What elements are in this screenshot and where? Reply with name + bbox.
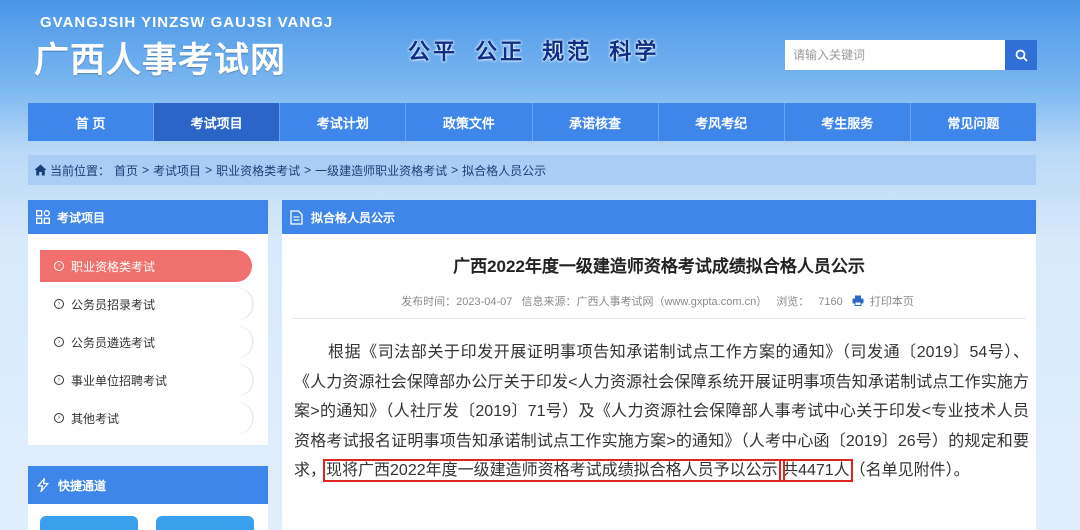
- chevron-circle-icon: ›: [54, 337, 64, 347]
- sidebar-title: 考试项目: [57, 210, 106, 225]
- slogan: 公平 公正 规范 科学: [408, 39, 660, 64]
- grid-icon: [36, 210, 50, 224]
- highlighted-count: 共4471人: [779, 459, 853, 482]
- sidebar-item-civil-servant-selection[interactable]: › 公务员遴选考试: [40, 326, 252, 358]
- divider: [292, 318, 1026, 319]
- home-icon: [34, 164, 47, 176]
- article-text-end: （名单见附件）。: [849, 462, 970, 479]
- info-source: 信息来源：广西人事考试网（www.gxpta.com.cn）: [521, 296, 768, 308]
- print-label: 打印本页: [869, 296, 914, 308]
- sidebar-item-other-exams[interactable]: › 其他考试: [40, 402, 252, 434]
- nav-item-exam-projects[interactable]: 考试项目: [154, 103, 281, 141]
- views-label: 浏览：: [776, 296, 810, 308]
- sidebar-item-label: 职业资格类考试: [71, 259, 156, 274]
- breadcrumb-label: 当前位置：: [50, 163, 111, 178]
- article-panel-header: 拟合格人员公示: [282, 200, 1036, 234]
- document-icon: [290, 209, 303, 225]
- nav-item-home[interactable]: 首 页: [28, 103, 155, 141]
- search-icon: [1015, 49, 1028, 62]
- lightning-icon: [37, 478, 49, 492]
- sidebar-item-civil-servant-recruit[interactable]: › 公务员招录考试: [40, 288, 252, 320]
- sidebar-item-public-institution[interactable]: › 事业单位招聘考试: [40, 364, 252, 396]
- article-text: 根据《司法部关于印发开展证明事项告知承诺制试点工作方案的通知》（司发通〔2019…: [294, 344, 1029, 479]
- chevron-circle-icon: ›: [54, 261, 64, 271]
- search-button[interactable]: [1005, 40, 1037, 70]
- nav-item-commitment-check[interactable]: 承诺核查: [533, 103, 659, 141]
- breadcrumb-professional-exams[interactable]: 职业资格类考试: [216, 162, 300, 179]
- breadcrumb: 当前位置： 首页 > 考试项目 > 职业资格类考试 > 一级建造师职业资格考试 …: [28, 155, 1036, 185]
- sidebar-quick-access: 快捷通道: [28, 466, 268, 530]
- breadcrumb-exam-projects[interactable]: 考试项目: [153, 162, 201, 179]
- printer-icon: [852, 295, 864, 306]
- chevron-circle-icon: ›: [54, 299, 64, 309]
- search-input[interactable]: [785, 40, 1005, 70]
- logo-english: GVANGJSIH YINZSW GAUJSI VANGJ: [40, 14, 334, 31]
- nav-item-exam-plan[interactable]: 考试计划: [280, 103, 407, 141]
- publish-time: 发布时间：2023-04-07: [401, 296, 513, 308]
- sidebar-item-label: 事业单位招聘考试: [71, 373, 168, 388]
- sidebar-item-label: 其他考试: [71, 411, 120, 426]
- sidebar-item-label: 公务员遴选考试: [71, 335, 156, 350]
- nav-item-faq[interactable]: 常见问题: [911, 103, 1036, 141]
- nav-item-discipline[interactable]: 考风考纪: [659, 103, 785, 141]
- sidebar-header: 考试项目: [28, 200, 268, 234]
- article-body: 根据《司法部关于印发开展证明事项告知承诺制试点工作方案的通知》（司发通〔2019…: [294, 338, 1029, 486]
- sidebar-item-professional-exams[interactable]: › 职业资格类考试: [40, 250, 252, 282]
- breadcrumb-separator: >: [142, 163, 150, 177]
- site-logo[interactable]: 广西人事考试网: [34, 32, 286, 83]
- views-count: 7160: [818, 296, 843, 308]
- article-meta: 发布时间：2023-04-07 信息来源：广西人事考试网（www.gxpta.c…: [282, 293, 1036, 309]
- quick-access-title: 快捷通道: [58, 478, 107, 493]
- article-title: 广西2022年度一级建造师资格考试成绩拟合格人员公示: [453, 257, 865, 276]
- print-button[interactable]: 打印本页: [852, 295, 917, 308]
- highlighted-announcement: 现将广西2022年度一级建造师资格考试成绩拟合格人员予以公示,: [323, 459, 786, 482]
- sidebar-exam-projects: 考试项目 › 职业资格类考试 › 公务员招录考试 › 公务员遴选考试 › 事业单…: [28, 200, 268, 445]
- chevron-circle-icon: ›: [54, 413, 64, 423]
- nav-item-policy[interactable]: 政策文件: [406, 103, 533, 141]
- quick-access-button[interactable]: [40, 516, 138, 530]
- nav-item-candidate-service[interactable]: 考生服务: [785, 103, 911, 141]
- breadcrumb-separator: >: [205, 163, 213, 177]
- breadcrumb-separator: >: [304, 163, 312, 177]
- main-nav: 首 页 考试项目 考试计划 政策文件 承诺核查 考风考纪 考生服务 常见问题: [28, 103, 1036, 141]
- breadcrumb-current[interactable]: 拟合格人员公示: [462, 162, 546, 179]
- quick-access-header: 快捷通道: [28, 466, 268, 504]
- breadcrumb-home[interactable]: 首页: [114, 162, 138, 179]
- breadcrumb-separator: >: [451, 163, 459, 177]
- article-panel: 拟合格人员公示 广西2022年度一级建造师资格考试成绩拟合格人员公示 发布时间：…: [282, 200, 1036, 530]
- article-section-title: 拟合格人员公示: [311, 210, 396, 225]
- breadcrumb-constructor-exam[interactable]: 一级建造师职业资格考试: [315, 162, 447, 179]
- sidebar-item-label: 公务员招录考试: [71, 297, 156, 312]
- chevron-circle-icon: ›: [54, 375, 64, 385]
- quick-access-button[interactable]: [156, 516, 254, 530]
